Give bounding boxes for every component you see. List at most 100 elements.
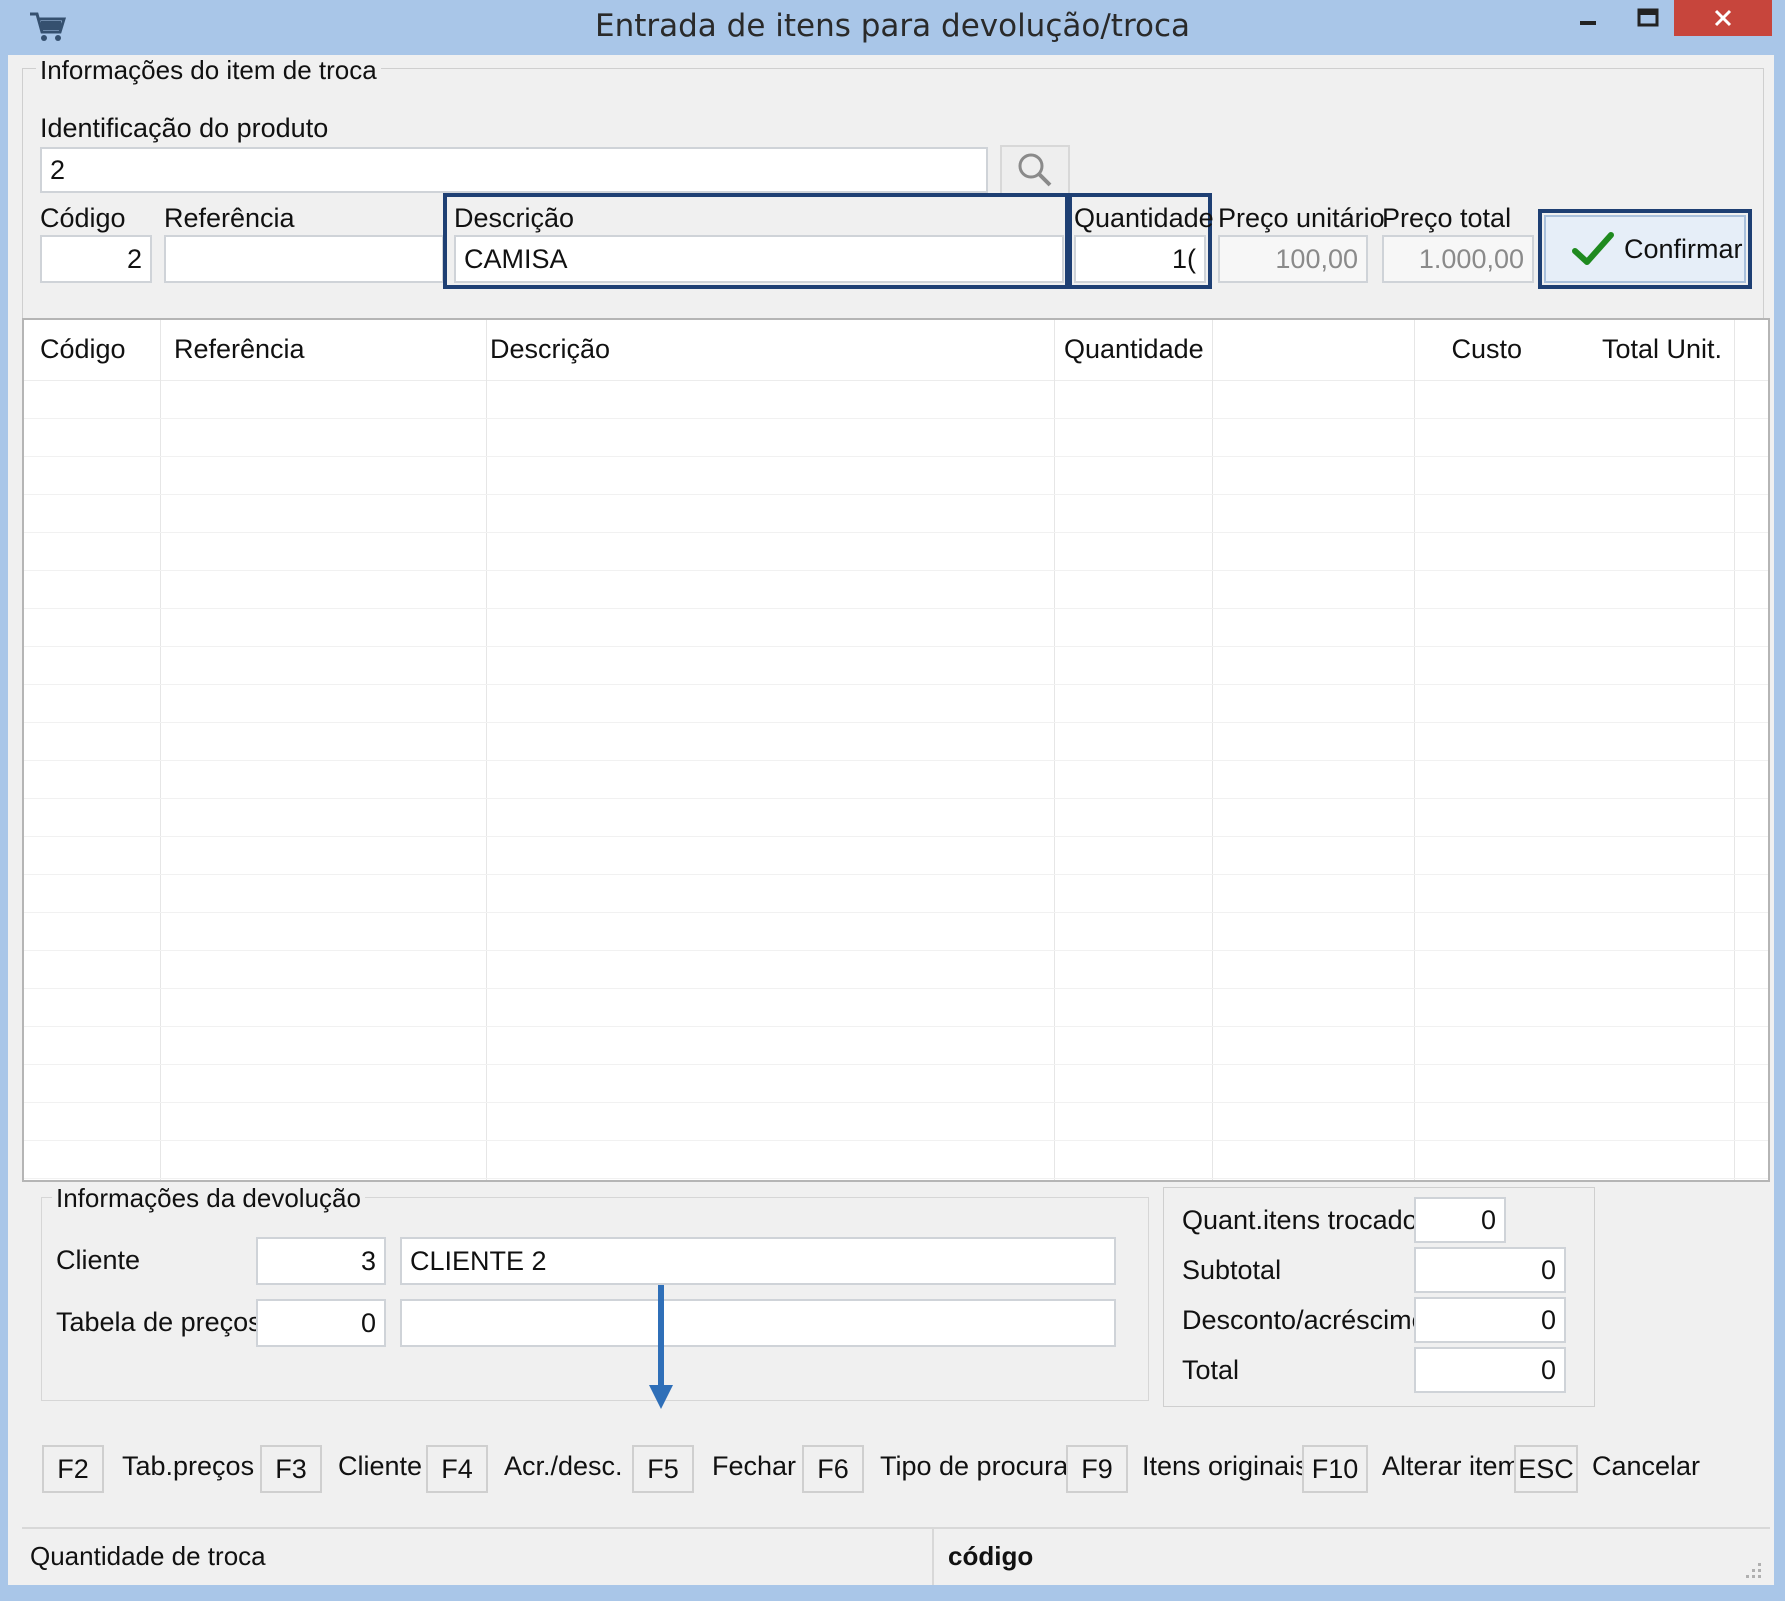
grid-row-line xyxy=(24,912,1768,913)
checkmark-icon xyxy=(1572,232,1614,265)
product-id-input[interactable]: 2 xyxy=(40,147,988,193)
maximize-icon xyxy=(1637,8,1659,27)
desconto-acrescimo-label: Desconto/acréscimo xyxy=(1182,1305,1427,1335)
shortcut-label-f3: Cliente xyxy=(338,1451,423,1481)
status-bar: Quantidade de troca código xyxy=(22,1527,1770,1585)
status-right-text: código xyxy=(948,1541,1034,1571)
grid-row-line xyxy=(24,798,1768,799)
quantidade-input[interactable]: 1( xyxy=(1074,235,1206,283)
preco-unitario-label: Preço unitário xyxy=(1218,203,1385,233)
grid-row-line xyxy=(24,988,1768,989)
status-divider xyxy=(932,1529,934,1585)
cliente-label: Cliente xyxy=(56,1245,141,1275)
grid-row-line xyxy=(24,418,1768,419)
items-grid[interactable]: Código Referência Descrição Quantidade C… xyxy=(22,318,1770,1182)
product-id-label: Identificação do produto xyxy=(40,113,329,143)
grid-row-line xyxy=(24,1064,1768,1065)
tabela-precos-name-input[interactable] xyxy=(400,1299,1116,1347)
grid-row-line xyxy=(24,1102,1768,1103)
window-title: Entrada de itens para devolução/troca xyxy=(594,8,1191,44)
search-button[interactable] xyxy=(1000,145,1070,195)
status-left-text: Quantidade de troca xyxy=(30,1541,266,1571)
grid-row-line xyxy=(24,760,1768,761)
confirmar-label: Confirmar xyxy=(1624,233,1743,264)
preco-total-label: Preço total xyxy=(1382,203,1512,233)
preco-total-input: 1.000,00 xyxy=(1382,235,1534,283)
devolucao-group-title: Informações da devolução xyxy=(52,1183,365,1214)
grid-row-line xyxy=(24,1140,1768,1141)
subtotal-label: Subtotal xyxy=(1182,1255,1282,1285)
grid-row-line xyxy=(24,1178,1768,1179)
tabela-precos-label: Tabela de preços xyxy=(56,1307,262,1337)
cliente-code-input[interactable]: 3 xyxy=(256,1237,386,1285)
grid-row-line xyxy=(24,456,1768,457)
column-header-custo[interactable]: Custo xyxy=(1224,334,1522,365)
grid-row-line xyxy=(24,646,1768,647)
codigo-label: Código xyxy=(40,203,126,233)
close-icon xyxy=(1714,9,1732,27)
column-header-referencia[interactable]: Referência xyxy=(174,334,305,365)
dialog-window: Entrada de itens para devolução/troca In… xyxy=(0,0,1785,1601)
shortcut-key-esc[interactable]: ESC xyxy=(1514,1445,1578,1493)
shortcut-key-f10[interactable]: F10 xyxy=(1302,1445,1368,1493)
grid-row-line xyxy=(24,532,1768,533)
shortcut-key-f4[interactable]: F4 xyxy=(426,1445,488,1493)
dialog-body: Informações do item de troca Identificaç… xyxy=(8,55,1774,1585)
subtotal-input: 0 xyxy=(1414,1247,1566,1293)
shortcut-key-f3[interactable]: F3 xyxy=(260,1445,322,1493)
column-header-quantidade[interactable]: Quantidade xyxy=(1064,334,1204,365)
codigo-input[interactable]: 2 xyxy=(40,235,152,283)
column-divider xyxy=(486,320,487,1180)
shortcut-label-f4: Acr./desc. xyxy=(504,1451,623,1481)
shortcut-label-f10: Alterar item xyxy=(1382,1451,1521,1481)
shortcut-label-esc: Cancelar xyxy=(1592,1451,1701,1481)
resize-grip-icon[interactable] xyxy=(1744,1561,1762,1579)
confirmar-button[interactable]: Confirmar xyxy=(1544,215,1746,283)
title-bar[interactable]: Entrada de itens para devolução/troca xyxy=(0,0,1785,55)
close-button[interactable] xyxy=(1674,0,1772,36)
grid-row-line xyxy=(24,1026,1768,1027)
column-divider xyxy=(1054,320,1055,1180)
column-header-descricao[interactable]: Descrição xyxy=(490,334,610,365)
grid-row-line xyxy=(24,570,1768,571)
shortcut-label-f5: Fechar xyxy=(712,1451,797,1481)
grid-row-line xyxy=(24,722,1768,723)
grid-row-line xyxy=(24,608,1768,609)
total-input: 0 xyxy=(1414,1347,1566,1393)
column-divider xyxy=(1212,320,1213,1180)
total-label: Total xyxy=(1182,1355,1240,1385)
minimize-icon xyxy=(1580,21,1596,25)
maximize-button[interactable] xyxy=(1618,0,1678,36)
grid-row-line xyxy=(24,874,1768,875)
shortcut-key-f5[interactable]: F5 xyxy=(632,1445,694,1493)
item-info-group-title: Informações do item de troca xyxy=(36,55,381,86)
shortcut-key-f2[interactable]: F2 xyxy=(42,1445,104,1493)
referencia-label: Referência xyxy=(164,203,295,233)
tabela-precos-code-input[interactable]: 0 xyxy=(256,1299,386,1347)
search-icon xyxy=(1018,153,1052,187)
quant-itens-input: 0 xyxy=(1414,1197,1506,1243)
minimize-button[interactable] xyxy=(1558,0,1618,36)
column-divider xyxy=(160,320,161,1180)
column-divider xyxy=(1414,320,1415,1180)
shortcut-label-f2: Tab.preços xyxy=(122,1451,255,1481)
shortcut-label-f9: Itens originais xyxy=(1142,1451,1309,1481)
shortcut-key-f6[interactable]: F6 xyxy=(802,1445,864,1493)
quantidade-label: Quantidade xyxy=(1074,203,1214,233)
referencia-input[interactable] xyxy=(164,235,444,283)
grid-row-line xyxy=(24,684,1768,685)
shortcut-label-f6: Tipo de procura xyxy=(880,1451,1069,1481)
grid-row-line xyxy=(24,494,1768,495)
grid-row-line xyxy=(24,950,1768,951)
cliente-name-input[interactable]: CLIENTE 2 xyxy=(400,1237,1116,1285)
shortcut-key-f9[interactable]: F9 xyxy=(1066,1445,1128,1493)
quant-itens-label: Quant.itens trocados xyxy=(1182,1205,1432,1235)
column-divider xyxy=(1734,320,1735,1180)
preco-unitario-input: 100,00 xyxy=(1218,235,1368,283)
descricao-label: Descrição xyxy=(454,203,575,233)
arrow-down-icon xyxy=(649,1285,673,1409)
column-header-total-unit[interactable]: Total Unit. xyxy=(1524,334,1722,365)
column-header-codigo[interactable]: Código xyxy=(40,334,126,365)
descricao-input[interactable]: CAMISA xyxy=(454,235,1064,283)
desconto-acrescimo-input: 0 xyxy=(1414,1297,1566,1343)
